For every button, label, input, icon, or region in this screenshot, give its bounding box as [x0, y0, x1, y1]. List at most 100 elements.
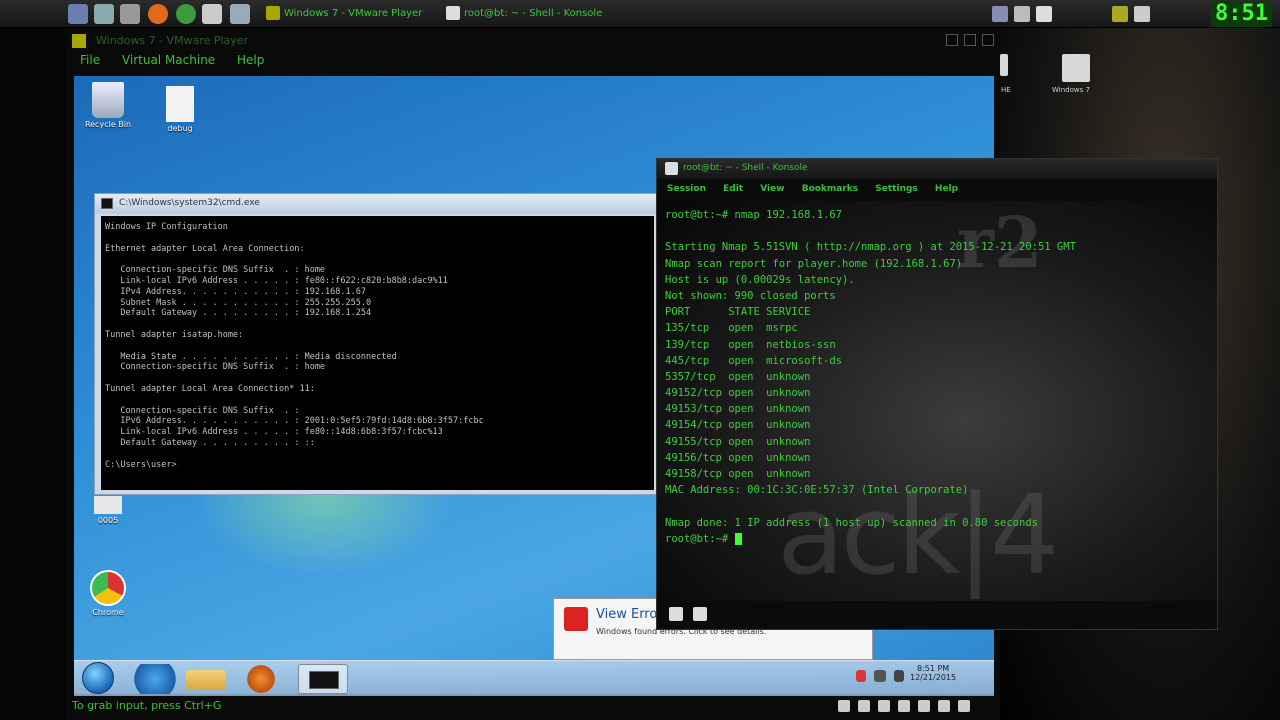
host-tray-icon[interactable]: [878, 700, 890, 712]
terminal-line: 49153/tcp open unknown: [665, 403, 1076, 419]
cmd-output-line: Connection-specific DNS Suffix . : home: [105, 265, 326, 276]
clipboard-icon[interactable]: [1036, 6, 1052, 22]
konsole-icon: [665, 162, 678, 175]
tray-flag-icon[interactable]: [856, 670, 866, 682]
vmware-logo-icon: [72, 34, 86, 48]
terminal-line: root@bt:~# nmap 192.168.1.67: [665, 209, 1076, 225]
vmware-titlebar: Windows 7 - VMware Player: [66, 32, 1000, 50]
taskbar-time: 8:51 PM: [916, 664, 950, 673]
taskbar-media-player-icon[interactable]: [244, 664, 278, 694]
cmd-output-line: [105, 395, 650, 406]
network-icon[interactable]: [992, 6, 1008, 22]
host-tray-icon[interactable]: [838, 700, 850, 712]
konsole-title: root@bt: ~ - Shell - Konsole: [683, 163, 808, 173]
cmd-output-line: Link-local IPv6 Address . . . . . : fe80…: [105, 427, 443, 438]
vmware-title: Windows 7 - VMware Player: [96, 34, 249, 47]
desktop-icon-0005[interactable]: 0005: [80, 496, 136, 525]
chrome-icon: [90, 570, 126, 606]
terminal-line-text: Starting Nmap 5.51SVN ( http://nmap.org …: [665, 241, 1076, 254]
terminal-output: root@bt:~# nmap 192.168.1.67 Starting Nma…: [665, 209, 1076, 549]
host-tray-icon[interactable]: [858, 700, 870, 712]
shell-tab-icon[interactable]: [693, 607, 707, 621]
file-icon: [166, 86, 194, 122]
display-icon[interactable]: [1134, 6, 1150, 22]
menu-settings[interactable]: Settings: [875, 184, 917, 194]
start-button[interactable]: [82, 662, 114, 694]
close-button[interactable]: [982, 34, 994, 46]
desktop-icon-label: Chrome: [92, 608, 124, 617]
menu-view[interactable]: View: [760, 184, 784, 194]
cmd-titlebar[interactable]: C:\Windows\system32\cmd.exe: [95, 194, 658, 214]
terminal-line-text: 49155/tcp open unknown: [665, 435, 811, 448]
menu-help[interactable]: Help: [237, 53, 264, 67]
volume-icon[interactable]: [1014, 6, 1030, 22]
host-tray-icon[interactable]: [958, 700, 970, 712]
new-tab-icon[interactable]: [669, 607, 683, 621]
tray-volume-icon[interactable]: [894, 670, 904, 682]
minimize-button[interactable]: [946, 34, 958, 46]
cmd-window[interactable]: C:\Windows\system32\cmd.exe Windows IP C…: [94, 193, 659, 495]
menu-file[interactable]: File: [80, 53, 100, 67]
cmd-output-line: Subnet Mask . . . . . . . . . . . : 255.…: [105, 297, 372, 308]
task-konsole[interactable]: root@bt: ~ - Shell - Konsole: [446, 5, 602, 23]
terminal-line-text: Nmap done: 1 IP address (1 host up) scan…: [665, 516, 1038, 529]
menu-virtual-machine[interactable]: Virtual Machine: [122, 53, 215, 67]
terminal-line-text: root@bt:~#: [665, 532, 735, 545]
konsole-terminal[interactable]: r2 ack|4 root@bt:~# nmap 192.168.1.67 Sta…: [657, 201, 1217, 601]
chrome-icon[interactable]: [176, 4, 196, 24]
vmware-status-text: To grab input, press Ctrl+G: [72, 699, 222, 712]
tray-network-icon[interactable]: [874, 670, 886, 682]
terminal-line-text: 135/tcp open msrpc: [665, 322, 798, 335]
desktop-icon-debug[interactable]: debug: [152, 86, 208, 133]
konsole-task-icon: [446, 6, 460, 20]
menu-bookmarks[interactable]: Bookmarks: [802, 184, 858, 194]
taskbar-ie-icon[interactable]: [130, 664, 180, 694]
konsole-titlebar[interactable]: root@bt: ~ - Shell - Konsole: [657, 159, 1217, 179]
taskbar-cmd-button[interactable]: [298, 664, 348, 694]
host-tray-icon[interactable]: [938, 700, 950, 712]
vmware-icon[interactable]: [230, 4, 250, 24]
system-settings-icon[interactable]: [94, 4, 114, 24]
host-desktop-icon-windows7[interactable]: [1062, 54, 1090, 82]
task-vmware-label: Windows 7 - VMware Player: [284, 8, 423, 19]
host-tray-icon[interactable]: [898, 700, 910, 712]
menu-session[interactable]: Session: [667, 184, 706, 194]
konsole-window[interactable]: root@bt: ~ - Shell - Konsole Session Edi…: [656, 158, 1218, 630]
cmd-output-line: Tunnel adapter Local Area Connection* 11…: [105, 383, 315, 394]
terminal-line: 5357/tcp open unknown: [665, 371, 1076, 387]
desktop-icon-label: 0005: [97, 516, 119, 525]
terminal-line: 49156/tcp open unknown: [665, 452, 1076, 468]
taskbar-clock[interactable]: 8:51 PM 12/21/2015: [910, 664, 956, 682]
host-clock[interactable]: 8:51: [1211, 1, 1272, 27]
terminal-line: PORT STATE SERVICE: [665, 306, 1076, 322]
terminal-line: Host is up (0.00029s latency).: [665, 274, 1076, 290]
terminal-icon[interactable]: [202, 4, 222, 24]
taskbar-explorer-icon[interactable]: [186, 670, 226, 690]
menu-edit[interactable]: Edit: [723, 184, 743, 194]
menu-help[interactable]: Help: [935, 184, 958, 194]
desktop-icon-recycle-bin[interactable]: Recycle Bin: [80, 82, 136, 129]
terminal-line-text: Not shown: 990 closed ports: [665, 289, 836, 302]
task-vmware[interactable]: Windows 7 - VMware Player: [266, 5, 422, 23]
host-desktop-icon-he[interactable]: [1000, 54, 1008, 76]
battery-icon[interactable]: [1112, 6, 1128, 22]
cmd-output[interactable]: Windows IP Configuration Ethernet adapter…: [101, 216, 654, 490]
desktop-icon-chrome[interactable]: Chrome: [80, 570, 136, 617]
cmd-taskbar-icon: [309, 671, 339, 689]
package-manager-icon[interactable]: [120, 4, 140, 24]
host-top-panel: Windows 7 - VMware Player root@bt: ~ - S…: [0, 0, 1280, 28]
terminal-line-text: root@bt:~# nmap 192.168.1.67: [665, 209, 843, 221]
cmd-output-line: IPv6 Address. . . . . . . . . . . : 2001…: [105, 416, 484, 427]
terminal-line-text: 49153/tcp open unknown: [665, 403, 811, 416]
host-tray-icon[interactable]: [918, 700, 930, 712]
maximize-button[interactable]: [964, 34, 976, 46]
host-icon-label: HE: [1001, 86, 1011, 94]
terminal-line-text: 445/tcp open microsoft-ds: [665, 354, 843, 367]
terminal-line-text: Host is up (0.00029s latency).: [665, 273, 855, 286]
kde-menu-icon[interactable]: [68, 4, 88, 24]
firefox-icon[interactable]: [148, 4, 168, 24]
cmd-output-line: C:\Users\user>: [105, 459, 177, 470]
cmd-output-line: [105, 341, 650, 352]
